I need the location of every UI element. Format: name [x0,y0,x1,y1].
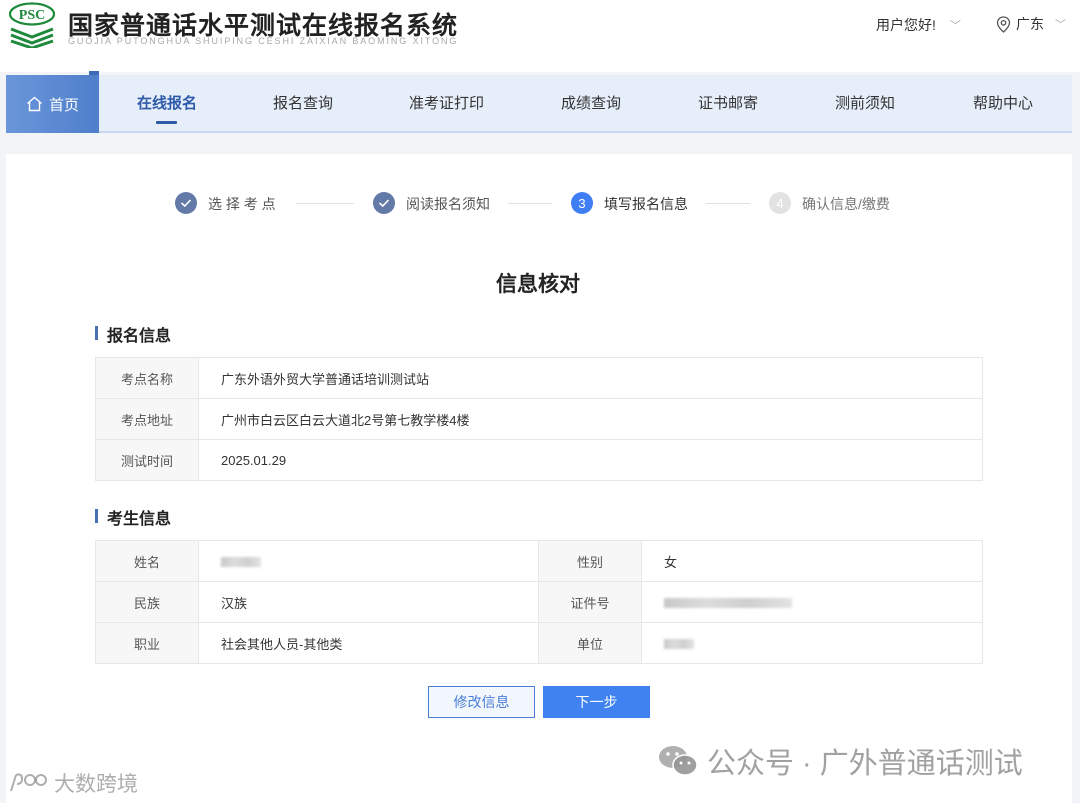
nav-home-label: 首页 [48,96,79,114]
wechat-watermark-text: 公众号 · 广外普通话测试 [707,748,1023,780]
nav-admission-ticket-print[interactable]: 准考证打印 [399,75,494,133]
occupation-label: 职业 [95,622,199,664]
id-number-label: 证件号 [538,581,642,623]
section-bar [95,326,98,340]
wechat-icon [659,746,698,776]
site-header: PSC 国家普通话水平测试在线报名系统 GUOJIA PUTONGHUA SHU… [0,0,1080,72]
ethnicity-label: 民族 [95,581,199,623]
step-connector [706,203,750,204]
table-row: 职业 社会其他人员-其他类 单位 [95,622,983,664]
nav-active-indicator [156,121,177,124]
table-row: 考点名称 广东外语外贸大学普通话培训测试站 [95,357,983,399]
nav-registration-query[interactable]: 报名查询 [263,75,343,133]
chevron-down-icon: ﹀ [949,20,961,32]
svg-text:PSC: PSC [19,8,45,23]
exam-site-name-label: 考点名称 [95,357,199,399]
test-time-value: 2025.01.29 [198,439,983,481]
nav-help-center[interactable]: 帮助中心 [963,75,1043,133]
watermark-logo-icon [10,773,47,792]
main-nav: 首页 在线报名 报名查询 准考证打印 成绩查询 证书邮寄 测前须知 帮助中心 [6,71,1072,133]
registration-info-table: 考点名称 广东外语外贸大学普通话培训测试站 考点地址 广州市白云区白云大道北2号… [95,357,983,481]
check-icon [175,192,197,214]
table-row: 民族 汉族 证件号 [95,581,983,623]
step-connector [508,203,552,204]
nav-certificate-mailing[interactable]: 证书邮寄 [688,75,768,133]
location-label: 广东 [1016,16,1044,32]
source-watermark: 大数跨境 [8,768,138,798]
nav-online-registration[interactable]: 在线报名 [127,75,207,133]
test-time-label: 测试时间 [95,439,199,481]
name-label: 姓名 [95,540,199,582]
nav-home-notch [89,71,99,75]
table-row: 考点地址 广州市白云区白云大道北2号第七教学楼4楼 [95,398,983,440]
candidate-info-table: 姓名 性别 女 民族 汉族 证件号 职业 社会其他人员-其他类 单位 [95,540,983,664]
wechat-watermark: 公众号 · 广外普通话测试 [657,740,1023,782]
site-subtitle: GUOJIA PUTONGHUA SHUIPING CESHI ZAIXIAN … [68,36,459,46]
step-4-number: 4 [769,192,791,214]
page-title: 信息核对 [496,273,580,296]
step-2-label: 阅读报名须知 [406,196,490,212]
source-watermark-text: 大数跨境 [54,773,138,796]
progress-steps: 选 择 考 点 阅读报名须知 3 填写报名信息 4 确认信息/缴费 [0,190,1080,218]
step-connector [296,203,354,204]
occupation-value: 社会其他人员-其他类 [198,622,539,664]
employer-label: 单位 [538,622,642,664]
check-icon [373,192,395,214]
location-selector[interactable]: 广东 ﹀ [996,14,1066,34]
candidate-section-title: 考生信息 [95,505,171,529]
step-3-number: 3 [571,192,593,214]
nav-home[interactable]: 首页 [6,75,99,133]
table-row: 姓名 性别 女 [95,540,983,582]
next-step-button[interactable]: 下一步 [543,686,650,718]
home-icon [27,96,42,112]
user-menu[interactable]: 用户您好! ﹀ [876,15,961,35]
modify-info-button[interactable]: 修改信息 [428,686,535,718]
psc-logo[interactable]: PSC [7,2,57,48]
id-number-value [641,581,983,623]
gender-label: 性别 [538,540,642,582]
location-pin-icon [996,15,1011,33]
nav-score-query[interactable]: 成绩查询 [551,75,631,133]
chevron-down-icon: ﹀ [1055,19,1066,31]
name-value [198,540,539,582]
user-greeting: 用户您好! [876,17,936,33]
step-4-label: 确认信息/缴费 [802,196,890,212]
ethnicity-value: 汉族 [198,581,539,623]
candidate-section-label: 考生信息 [107,511,172,528]
registration-section-title: 报名信息 [95,322,171,346]
section-bar [95,509,98,523]
employer-value [641,622,983,664]
nav-pre-test-notice[interactable]: 测前须知 [825,75,905,133]
gender-value: 女 [641,540,983,582]
exam-site-address-value: 广州市白云区白云大道北2号第七教学楼4楼 [198,398,983,440]
table-row: 测试时间 2025.01.29 [95,439,983,481]
step-1-label: 选 择 考 点 [208,196,276,212]
registration-section-label: 报名信息 [107,328,172,345]
step-3-label: 填写报名信息 [604,196,688,212]
exam-site-name-value: 广东外语外贸大学普通话培训测试站 [198,357,983,399]
exam-site-address-label: 考点地址 [95,398,199,440]
